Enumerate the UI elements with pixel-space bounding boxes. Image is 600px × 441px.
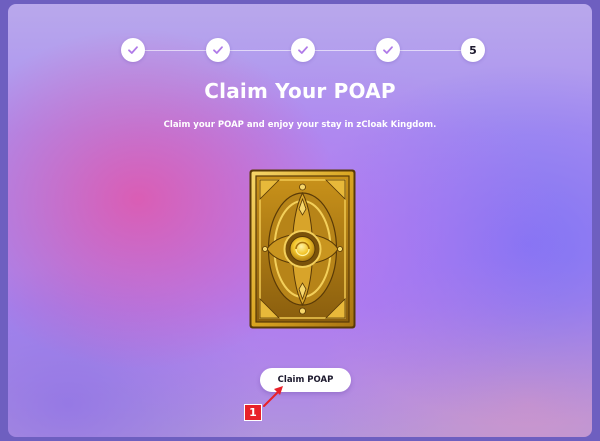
page-title: Claim Your POAP [204, 79, 396, 103]
annotation-arrow [263, 386, 283, 407]
window-frame: 5 Claim Your POAP Claim your POAP and en… [0, 0, 600, 441]
step-connector [313, 49, 376, 51]
page-subtitle: Claim your POAP and enjoy your stay in z… [163, 120, 437, 130]
annotation-marker: 1 [244, 404, 262, 421]
check-icon [383, 46, 393, 54]
step-connector [228, 49, 291, 51]
step-connector [398, 49, 461, 51]
check-icon [128, 46, 138, 54]
step-2 [206, 38, 230, 62]
progress-stepper: 5 [121, 38, 491, 62]
step-4 [376, 38, 400, 62]
check-icon [298, 46, 308, 54]
step-1 [121, 38, 145, 62]
check-icon [213, 46, 223, 54]
step-number: 5 [469, 43, 477, 57]
claim-card: 5 Claim Your POAP Claim your POAP and en… [8, 4, 592, 437]
step-connector [143, 49, 206, 51]
step-5-current: 5 [461, 38, 485, 62]
golden-card-icon [249, 169, 356, 329]
step-3 [291, 38, 315, 62]
